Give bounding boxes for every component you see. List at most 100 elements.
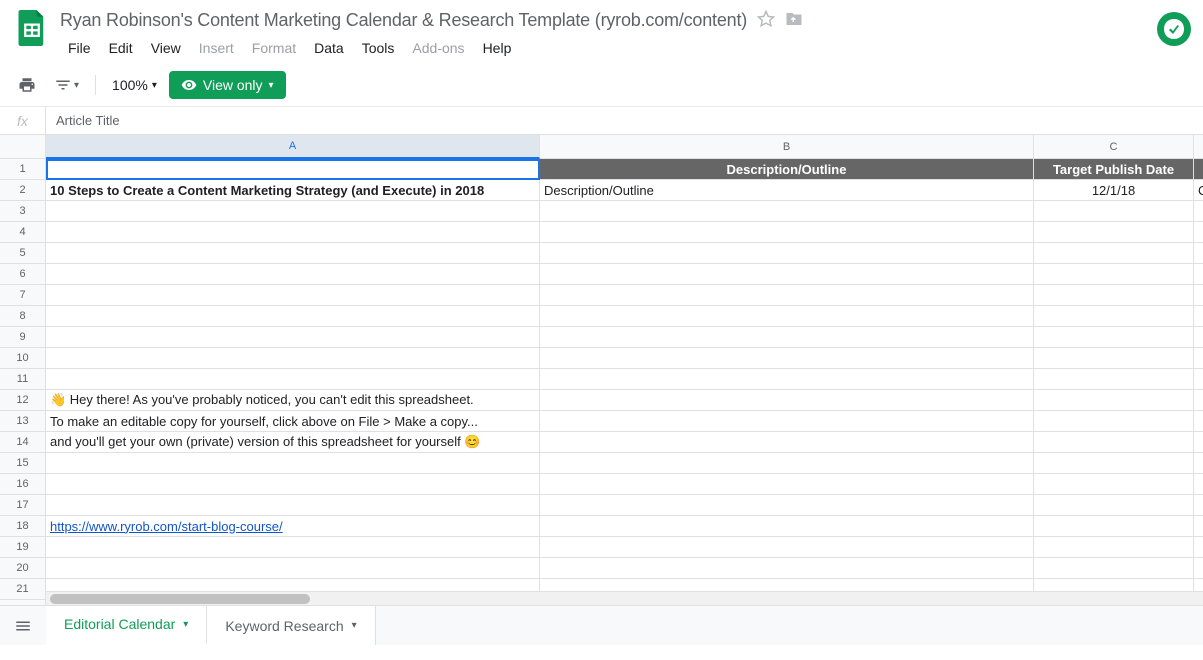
cell[interactable]	[1034, 222, 1194, 243]
cell[interactable]	[540, 495, 1034, 516]
doc-title[interactable]: Ryan Robinson's Content Marketing Calend…	[60, 10, 747, 31]
row-header[interactable]: 14	[0, 432, 46, 453]
menu-edit[interactable]: Edit	[101, 36, 141, 60]
row-header[interactable]: 17	[0, 495, 46, 516]
cell[interactable]	[46, 495, 540, 516]
all-sheets-icon[interactable]	[0, 617, 46, 635]
row-header[interactable]: 3	[0, 201, 46, 222]
menu-data[interactable]: Data	[306, 36, 352, 60]
cell[interactable]	[540, 348, 1034, 369]
cell[interactable]	[1194, 432, 1203, 453]
cell-c1[interactable]: Target Publish Date	[1034, 159, 1194, 180]
cell[interactable]	[46, 348, 540, 369]
row-header[interactable]: 12	[0, 390, 46, 411]
cell[interactable]	[1034, 495, 1194, 516]
menu-format[interactable]: Format	[244, 36, 304, 60]
row-header[interactable]: 7	[0, 285, 46, 306]
cell[interactable]	[46, 537, 540, 558]
sheets-logo[interactable]	[12, 8, 52, 48]
cell[interactable]	[1034, 306, 1194, 327]
cell[interactable]	[540, 474, 1034, 495]
row-header[interactable]: 4	[0, 222, 46, 243]
row-header[interactable]: 11	[0, 369, 46, 390]
star-icon[interactable]	[757, 10, 775, 31]
cell-a2[interactable]: 10 Steps to Create a Content Marketing S…	[46, 180, 540, 201]
cell[interactable]	[1194, 243, 1203, 264]
cell[interactable]	[1194, 453, 1203, 474]
cell-a14[interactable]: and you'll get your own (private) versio…	[46, 432, 540, 453]
cell[interactable]	[540, 516, 1034, 537]
cell[interactable]	[46, 243, 540, 264]
cell[interactable]	[1194, 264, 1203, 285]
col-header-extra[interactable]	[1194, 135, 1203, 159]
cell[interactable]	[540, 390, 1034, 411]
col-header-a[interactable]: A	[46, 135, 540, 159]
horizontal-scrollbar[interactable]	[46, 591, 1203, 605]
col-header-c[interactable]: C	[1034, 135, 1194, 159]
print-icon[interactable]	[12, 70, 42, 100]
cell[interactable]	[1034, 432, 1194, 453]
cell[interactable]	[1194, 327, 1203, 348]
cell-a13[interactable]: To make an editable copy for yourself, c…	[46, 411, 540, 432]
row-header[interactable]: 22	[0, 600, 46, 605]
cell[interactable]	[1034, 285, 1194, 306]
cell[interactable]	[1034, 537, 1194, 558]
row-header[interactable]: 13	[0, 411, 46, 432]
tab-editorial-calendar[interactable]: Editorial Calendar ▾	[46, 606, 207, 645]
cell[interactable]	[540, 327, 1034, 348]
cell[interactable]	[1034, 327, 1194, 348]
cell[interactable]	[46, 285, 540, 306]
cell[interactable]	[1194, 390, 1203, 411]
row-header[interactable]: 21	[0, 579, 46, 600]
zoom-dropdown[interactable]: 100% ▾	[106, 73, 163, 97]
row-header[interactable]: 16	[0, 474, 46, 495]
cell[interactable]	[1194, 306, 1203, 327]
row-header[interactable]: 15	[0, 453, 46, 474]
cell[interactable]	[540, 264, 1034, 285]
menu-insert[interactable]: Insert	[191, 36, 242, 60]
cell[interactable]	[46, 558, 540, 579]
cell[interactable]	[1194, 516, 1203, 537]
menu-addons[interactable]: Add-ons	[404, 36, 472, 60]
cell[interactable]	[1194, 537, 1203, 558]
cell[interactable]	[46, 453, 540, 474]
cell[interactable]	[540, 432, 1034, 453]
formula-input[interactable]: Article Title	[46, 107, 1203, 134]
scrollbar-thumb[interactable]	[50, 594, 310, 604]
menu-tools[interactable]: Tools	[354, 36, 403, 60]
cell[interactable]	[46, 369, 540, 390]
cell[interactable]	[540, 306, 1034, 327]
cell[interactable]	[1194, 222, 1203, 243]
cell-c2[interactable]: 12/1/18	[1034, 180, 1194, 201]
cell[interactable]	[1034, 390, 1194, 411]
row-header[interactable]: 8	[0, 306, 46, 327]
cell[interactable]	[1034, 264, 1194, 285]
tab-keyword-research[interactable]: Keyword Research ▾	[207, 606, 375, 645]
row-header[interactable]: 1	[0, 159, 46, 180]
row-header[interactable]: 2	[0, 180, 46, 201]
cell[interactable]	[46, 264, 540, 285]
cell[interactable]	[1194, 411, 1203, 432]
cell[interactable]	[1034, 411, 1194, 432]
cell[interactable]	[1194, 201, 1203, 222]
menu-help[interactable]: Help	[475, 36, 520, 60]
select-all-corner[interactable]	[0, 135, 46, 159]
cell[interactable]	[1194, 285, 1203, 306]
col-header-b[interactable]: B	[540, 135, 1034, 159]
row-header[interactable]: 19	[0, 537, 46, 558]
cell[interactable]	[1034, 369, 1194, 390]
cell[interactable]	[1034, 516, 1194, 537]
cell[interactable]	[46, 222, 540, 243]
cell[interactable]	[540, 537, 1034, 558]
account-avatar[interactable]	[1157, 12, 1191, 46]
cell-b1[interactable]: Description/Outline	[540, 159, 1034, 180]
cell[interactable]	[1034, 201, 1194, 222]
cell[interactable]	[1194, 348, 1203, 369]
menu-file[interactable]: File	[60, 36, 99, 60]
row-header[interactable]: 6	[0, 264, 46, 285]
row-header[interactable]: 10	[0, 348, 46, 369]
row-header[interactable]: 5	[0, 243, 46, 264]
cell[interactable]	[1194, 558, 1203, 579]
cell[interactable]	[540, 558, 1034, 579]
cell[interactable]	[1194, 474, 1203, 495]
